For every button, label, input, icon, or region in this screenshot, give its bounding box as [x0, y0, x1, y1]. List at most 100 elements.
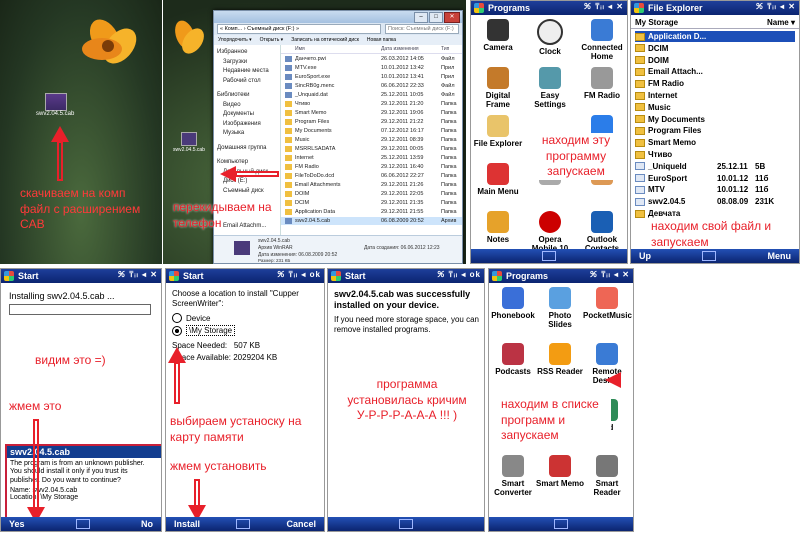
nav-item[interactable]: Видео: [223, 102, 241, 108]
table-row[interactable]: FM Radio 29.12.2011 16:40 Папка: [281, 163, 462, 171]
nav-item[interactable]: Компьютер: [217, 159, 248, 165]
list-item[interactable]: MTV 10.01.12 11б: [635, 184, 795, 195]
keyboard-icon[interactable]: [75, 519, 90, 529]
list-item[interactable]: DOIM: [635, 55, 795, 66]
list-item[interactable]: EuroSport 10.01.12 11б: [635, 173, 795, 184]
program-tile[interactable]: Notes: [473, 211, 523, 244]
table-row[interactable]: DCIM 29.12.2011 21:35 Папка: [281, 199, 462, 207]
yes-softkey[interactable]: Yes: [9, 519, 25, 529]
up-softkey[interactable]: Up: [639, 251, 651, 261]
windows-flag-icon[interactable]: [634, 3, 644, 13]
program-tile[interactable]: Clock: [525, 19, 575, 56]
windows-flag-icon[interactable]: [331, 271, 341, 281]
cab-file-icon[interactable]: [45, 93, 67, 111]
program-tile[interactable]: Connected Home: [577, 19, 627, 61]
list-item[interactable]: _UniqueId 25.12.11 5B: [635, 161, 795, 172]
windows-flag-icon[interactable]: [4, 271, 14, 281]
nav-item[interactable]: Домашняя группа: [217, 145, 267, 151]
nav-item[interactable]: Документы: [223, 111, 254, 117]
table-row[interactable]: MSRRLSADATA 29.12.2011 00:05 Папка: [281, 145, 462, 153]
menu-softkey[interactable]: Menu: [768, 251, 792, 261]
windows-flag-icon[interactable]: [169, 271, 179, 281]
program-tile[interactable]: Opera Mobile 10: [525, 211, 575, 253]
install-softkey[interactable]: Install: [174, 519, 200, 529]
keyboard-icon[interactable]: [542, 251, 556, 261]
program-tile[interactable]: Smart Memo: [536, 455, 584, 488]
list-item[interactable]: Application D...: [635, 31, 795, 42]
program-tile[interactable]: Smart Reader: [583, 455, 631, 497]
sort-dropdown[interactable]: Name ▾: [767, 18, 795, 27]
radio-device-circle[interactable]: [172, 313, 182, 323]
program-tile[interactable]: FM Radio: [577, 67, 627, 100]
program-tile[interactable]: Main Menu: [473, 163, 523, 196]
table-row[interactable]: DOIM 29.12.2011 22:05 Папка: [281, 190, 462, 198]
table-row[interactable]: MTV.exe 10.01.2012 13:42 Прил: [281, 64, 462, 72]
toolbar-new-folder[interactable]: Новая папка: [367, 37, 396, 43]
cancel-softkey[interactable]: Cancel: [286, 519, 316, 529]
program-tile[interactable]: Outlook Contacts: [577, 211, 627, 253]
program-tile[interactable]: Photo Slides: [536, 287, 584, 329]
keyboard-icon[interactable]: [702, 251, 717, 261]
nav-item[interactable]: Библиотеки: [217, 92, 250, 98]
windows-flag-icon[interactable]: [492, 271, 502, 281]
table-row[interactable]: My Documents 07.12.2012 16:17 Папка: [281, 127, 462, 135]
table-row[interactable]: EuroSport.exe 10.01.2012 13:41 Прил: [281, 73, 462, 81]
nav-item[interactable]: Недавние места: [223, 68, 269, 74]
list-item[interactable]: Smart Memo: [635, 137, 795, 148]
nav-item[interactable]: Рабочий стол: [223, 78, 261, 84]
program-tile[interactable]: Digital Frame: [473, 67, 523, 109]
keyboard-icon[interactable]: [236, 519, 251, 529]
table-row[interactable]: Email Attachments 29.12.2011 21:26 Папка: [281, 181, 462, 189]
maximize-button[interactable]: □: [429, 12, 443, 23]
col-date[interactable]: Дата изменения: [381, 46, 419, 52]
program-tile[interactable]: Smart Converter: [489, 455, 537, 497]
address-bar[interactable]: « Комп... › Съемный диск (F:) »: [217, 24, 381, 34]
toolbar-burn[interactable]: Записать на оптический диск: [291, 37, 359, 43]
list-item[interactable]: Program Files: [635, 125, 795, 136]
search-box[interactable]: Поиск: Съемный диск (F:): [385, 24, 459, 34]
col-type[interactable]: Тип: [441, 46, 449, 52]
program-tile[interactable]: Phonebook: [489, 287, 537, 320]
radio-storage[interactable]: \My Storage: [172, 325, 236, 336]
list-item[interactable]: Music: [635, 102, 795, 113]
program-tile[interactable]: RSS Reader: [536, 343, 584, 376]
nav-item[interactable]: Изображения: [223, 121, 261, 127]
list-item[interactable]: My Documents: [635, 114, 795, 125]
nav-item[interactable]: Музыка: [223, 130, 244, 136]
table-row[interactable]: Smart Memo 29.12.2011 19:06 Папка: [281, 109, 462, 117]
keyboard-icon[interactable]: [554, 519, 568, 529]
no-softkey[interactable]: No: [141, 519, 153, 529]
list-item[interactable]: Девчата: [635, 208, 795, 219]
table-row[interactable]: Application Data 29.12.2011 21:55 Папка: [281, 208, 462, 216]
table-row[interactable]: Program Files 29.12.2011 21:22 Папка: [281, 118, 462, 126]
nav-item[interactable]: Съемный диск: [223, 188, 264, 194]
toolbar-open[interactable]: Открыть ▾: [260, 37, 284, 43]
program-tile[interactable]: Camera: [473, 19, 523, 52]
program-tile[interactable]: File Explorer: [473, 115, 523, 148]
list-item[interactable]: Email Attach...: [635, 66, 795, 77]
radio-device[interactable]: Device: [172, 313, 210, 323]
nav-item[interactable]: Избранное: [217, 49, 247, 55]
table-row[interactable]: SincRB0g.menc 06.06.2012 22:33 Файл: [281, 82, 462, 90]
list-item[interactable]: Чтиво: [635, 149, 795, 160]
nav-item[interactable]: Загрузки: [223, 59, 247, 65]
table-row[interactable]: Чтиво 29.12.2011 21:20 Папка: [281, 100, 462, 108]
windows-flag-icon[interactable]: [474, 3, 484, 13]
table-row[interactable]: swv2.04.5.cab 06.08.2009 20:52 Архив: [281, 217, 462, 225]
col-name[interactable]: Имя: [295, 46, 305, 52]
minimize-button[interactable]: –: [414, 12, 428, 23]
list-item[interactable]: Internet: [635, 90, 795, 101]
list-item[interactable]: swv2.04.5 08.08.09 231K: [635, 196, 795, 207]
table-row[interactable]: Internet 25.12.2011 13:59 Папка: [281, 154, 462, 162]
toolbar-organize[interactable]: Упорядочить ▾: [218, 37, 252, 43]
table-row[interactable]: Music 29.12.2011 08:39 Папка: [281, 136, 462, 144]
folder-dropdown[interactable]: My Storage: [635, 18, 678, 27]
close-button[interactable]: ✕: [444, 12, 460, 23]
keyboard-icon[interactable]: [399, 519, 413, 529]
program-tile[interactable]: Podcasts: [489, 343, 537, 376]
list-item[interactable]: DCIM: [635, 43, 795, 54]
program-tile[interactable]: PocketMusic: [583, 287, 632, 320]
program-tile[interactable]: Easy Settings: [525, 67, 575, 109]
list-item[interactable]: FM Radio: [635, 78, 795, 89]
table-row[interactable]: _Unquaid.dat 25.12.2011 10:05 Файл: [281, 91, 462, 99]
